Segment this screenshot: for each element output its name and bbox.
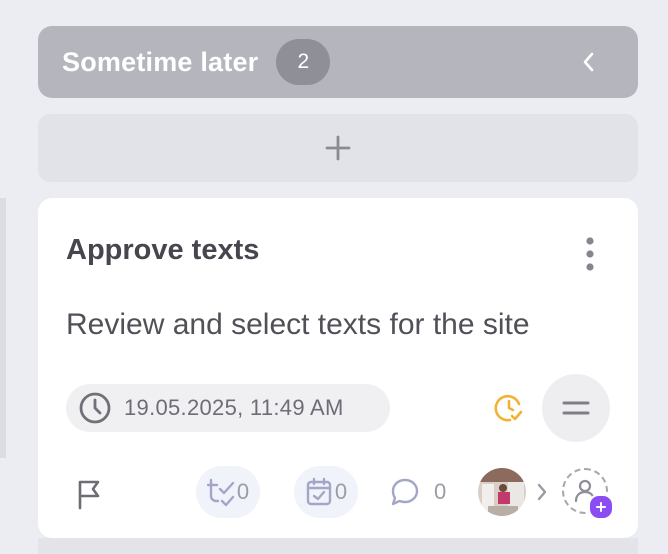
- chevron-left-icon[interactable]: [576, 48, 602, 76]
- clock-check-icon[interactable]: [494, 393, 524, 423]
- equals-icon: [562, 401, 590, 415]
- due-date-chip[interactable]: 19.05.2025, 11:49 AM: [66, 384, 390, 432]
- subtasks-chip[interactable]: 0: [196, 466, 260, 518]
- chevron-right-icon: [535, 481, 549, 503]
- assignee-avatar[interactable]: [478, 468, 526, 516]
- plus-badge-icon: [588, 494, 614, 520]
- add-task-button[interactable]: [38, 114, 638, 182]
- checklist-count: 0: [334, 479, 348, 504]
- calendar-check-icon: [306, 477, 332, 506]
- comments-counter[interactable]: 0: [390, 476, 446, 508]
- more-vertical-icon[interactable]: [578, 236, 602, 272]
- flag-icon[interactable]: [76, 478, 104, 510]
- clock-icon: [79, 392, 111, 424]
- column-task-count-badge: 2: [276, 39, 331, 85]
- adjacent-column-edge: [0, 198, 6, 458]
- add-assignee-button[interactable]: [562, 468, 614, 520]
- column-header[interactable]: Sometime later 2: [38, 26, 638, 98]
- next-card-edge: [38, 538, 638, 554]
- priority-button[interactable]: [542, 374, 610, 442]
- due-date-text: 19.05.2025, 11:49 AM: [124, 395, 344, 420]
- subtasks-count: 0: [236, 479, 250, 504]
- comment-icon: [391, 478, 419, 506]
- comments-count: 0: [434, 479, 447, 504]
- checklist-chip[interactable]: 0: [294, 466, 358, 518]
- task-description: Review and select texts for the site: [66, 308, 530, 341]
- subtasks-icon: [206, 478, 235, 507]
- column-title: Sometime later: [62, 46, 259, 77]
- task-title: Approve texts: [66, 234, 260, 266]
- plus-icon: [325, 135, 351, 161]
- task-card[interactable]: Approve texts Review and select texts fo…: [38, 198, 638, 538]
